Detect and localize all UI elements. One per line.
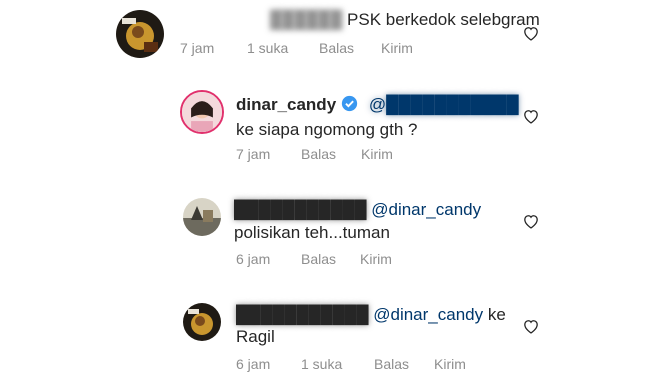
like-count[interactable]: 1 suka (301, 356, 342, 372)
send-button[interactable]: Kirim (361, 146, 393, 162)
heart-icon[interactable] (522, 108, 540, 124)
mention-link[interactable]: @dinar_candy (373, 305, 483, 324)
comment-1: ██████ PSK berkedok selebgram 7 jam 1 su… (0, 0, 665, 80)
heart-icon[interactable] (522, 318, 540, 334)
comment-body: polisikan teh...tuman (234, 223, 390, 242)
hidden-username: ███████████ (234, 200, 367, 219)
hidden-username: ███████████ (236, 305, 369, 324)
comment-header: ███████████ @dinar_candy ke (236, 304, 506, 326)
username[interactable]: dinar_candy (236, 95, 336, 114)
reply-button[interactable]: Balas (301, 146, 336, 162)
comment-body: Ragil (236, 327, 275, 346)
comment-body: ke siapa ngomong gth ? (236, 120, 418, 139)
comment-time: 6 jam (236, 251, 271, 267)
avatar[interactable] (183, 198, 221, 236)
comment-header: ███████████ @dinar_candy (234, 199, 481, 221)
comment-body: PSK berkedok selebgram (347, 10, 540, 29)
send-button[interactable]: Kirim (360, 251, 392, 267)
comment-time: 6 jam (236, 356, 271, 372)
comment-body-start: ke (487, 305, 506, 324)
reply-button[interactable]: Balas (319, 40, 354, 56)
avatar[interactable] (180, 90, 224, 134)
avatar[interactable] (116, 10, 164, 58)
reply-button[interactable]: Balas (374, 356, 409, 372)
avatar[interactable] (183, 303, 221, 341)
comment-time: 7 jam (180, 40, 215, 56)
heart-icon[interactable] (522, 213, 540, 229)
send-button[interactable]: Kirim (381, 40, 413, 56)
comment-2: dinar_candy @███████████ ke siapa ngomon… (0, 80, 665, 180)
verified-badge-icon (342, 95, 358, 112)
mention-link[interactable]: @dinar_candy (371, 200, 481, 219)
send-button[interactable]: Kirim (434, 356, 466, 372)
hidden-username: ██████ (270, 10, 343, 29)
comment-3: ███████████ @dinar_candy polisikan teh..… (0, 188, 665, 288)
comment-text: ██████ PSK berkedok selebgram (270, 9, 540, 31)
comment-header: dinar_candy @███████████ (236, 94, 519, 116)
reply-button[interactable]: Balas (301, 251, 336, 267)
like-count[interactable]: 1 suka (247, 40, 288, 56)
hidden-mention: @███████████ (368, 95, 519, 114)
comment-time: 7 jam (236, 146, 271, 162)
comment-4: ███████████ @dinar_candy ke Ragil 6 jam … (0, 295, 665, 374)
heart-icon[interactable] (522, 25, 540, 41)
